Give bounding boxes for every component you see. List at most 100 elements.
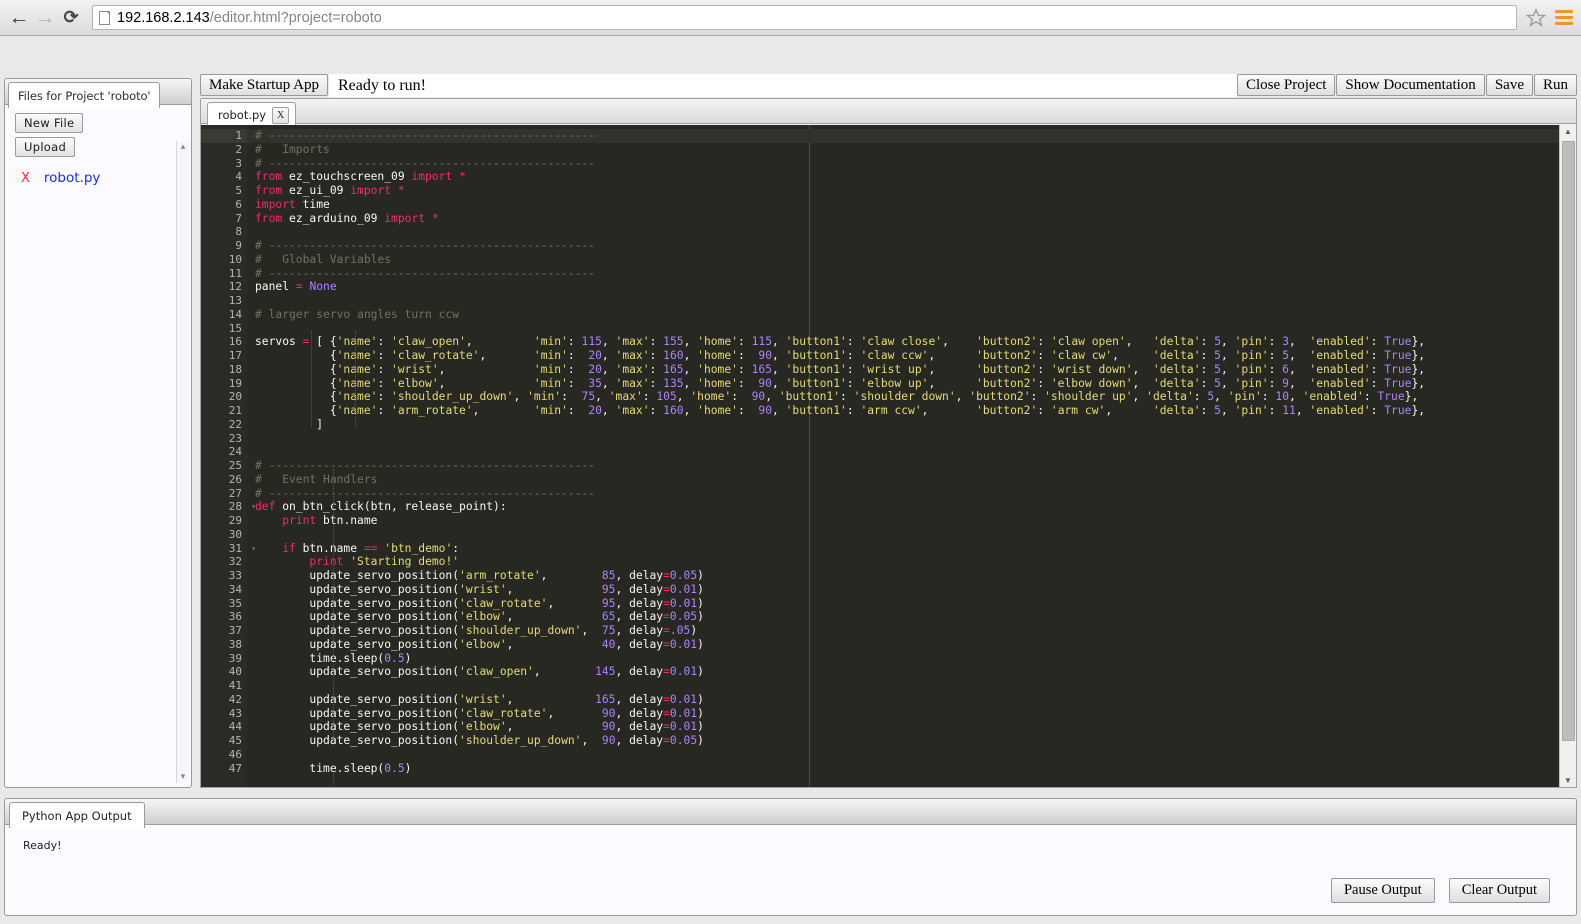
pause-output-button[interactable]: Pause Output bbox=[1330, 878, 1435, 903]
code-content[interactable]: # --------------------------------------… bbox=[247, 125, 1576, 787]
code-line[interactable]: {'name': 'arm_rotate', 'min': 20, 'max':… bbox=[247, 404, 1576, 418]
code-line[interactable] bbox=[247, 432, 1576, 446]
upload-button[interactable]: Upload bbox=[15, 137, 76, 157]
code-line[interactable]: update_servo_position('claw_rotate', 90,… bbox=[247, 707, 1576, 721]
code-line[interactable]: {'name': 'claw_rotate', 'min': 20, 'max'… bbox=[247, 349, 1576, 363]
new-file-button[interactable]: New File bbox=[15, 113, 84, 133]
code-line[interactable]: def on_btn_click(btn, release_point): bbox=[247, 500, 1576, 514]
code-token: }, bbox=[1411, 349, 1426, 362]
hamburger-menu-icon[interactable] bbox=[1553, 7, 1575, 29]
code-token: , delay bbox=[615, 706, 664, 720]
line-number-gutter: 1 2 3 4 5 6 7 8 9 10 11 12 13 14 15 16 17 18 19 20 21 22 23 24 2… bbox=[201, 125, 256, 787]
code-line[interactable]: ] bbox=[247, 418, 1576, 432]
code-token: = bbox=[663, 706, 670, 720]
back-arrow-icon[interactable]: ← bbox=[6, 5, 32, 31]
star-icon[interactable] bbox=[1525, 7, 1547, 29]
code-line[interactable]: update_servo_position('elbow', 40, delay… bbox=[247, 638, 1576, 652]
code-token: , bbox=[601, 376, 616, 390]
code-token: * bbox=[459, 170, 466, 184]
code-line[interactable]: import time bbox=[247, 198, 1576, 212]
clear-output-button[interactable]: Clear Output bbox=[1448, 878, 1550, 903]
code-line[interactable]: update_servo_position('shoulder_up_down'… bbox=[247, 624, 1576, 638]
code-line[interactable]: # --------------------------------------… bbox=[247, 267, 1576, 281]
code-line[interactable] bbox=[247, 294, 1576, 308]
tab-robot-py[interactable]: robot.py X bbox=[207, 102, 297, 127]
close-project-button[interactable]: Close Project bbox=[1237, 74, 1336, 96]
code-token: 'button2' bbox=[976, 404, 1038, 417]
code-line[interactable]: from ez_touchscreen_09 import * bbox=[247, 170, 1576, 184]
code-line[interactable]: # --------------------------------------… bbox=[247, 239, 1576, 253]
code-line[interactable]: servos = [ {'name': 'claw_open', 'min': … bbox=[247, 335, 1576, 349]
code-line[interactable]: update_servo_position('wrist', 165, dela… bbox=[247, 693, 1576, 707]
code-line[interactable]: {'name': 'wrist', 'min': 20, 'max': 165,… bbox=[247, 363, 1576, 377]
code-line[interactable]: # Global Variables bbox=[247, 253, 1576, 267]
code-token: 85 bbox=[601, 569, 616, 582]
code-line[interactable]: update_servo_position('arm_rotate', 85, … bbox=[247, 569, 1576, 583]
scroll-up-icon[interactable]: ▲ bbox=[1564, 127, 1572, 136]
code-line[interactable]: # --------------------------------------… bbox=[247, 157, 1576, 171]
delete-file-icon[interactable]: X bbox=[21, 171, 30, 186]
indent-guide bbox=[355, 331, 356, 427]
code-token: : bbox=[377, 390, 392, 404]
show-documentation-button[interactable]: Show Documentation bbox=[1336, 74, 1485, 96]
code-line[interactable]: print 'Starting demo!' bbox=[247, 555, 1576, 569]
code-line[interactable] bbox=[247, 679, 1576, 693]
code-line[interactable]: panel = None bbox=[247, 280, 1576, 294]
code-line[interactable]: print btn.name bbox=[247, 514, 1576, 528]
scrollbar-thumb[interactable] bbox=[1562, 141, 1575, 741]
code-line[interactable]: # --------------------------------------… bbox=[247, 129, 1576, 143]
code-token: , delay bbox=[615, 637, 664, 651]
code-line[interactable] bbox=[247, 225, 1576, 239]
code-area[interactable]: 1 2 3 4 5 6 7 8 9 10 11 12 13 14 15 16 17 18 19 20 21 22 23 24 2… bbox=[201, 125, 1576, 787]
scroll-down-icon[interactable]: ▼ bbox=[1564, 776, 1572, 785]
code-token: , bbox=[1289, 390, 1303, 404]
code-line[interactable] bbox=[247, 748, 1576, 762]
code-line[interactable]: update_servo_position('shoulder_up_down'… bbox=[247, 734, 1576, 748]
scroll-up-icon[interactable]: ▲ bbox=[179, 143, 187, 151]
list-item[interactable]: X robot.py bbox=[15, 170, 191, 186]
code-line[interactable]: if btn.name == 'btn_demo': bbox=[247, 542, 1576, 556]
reload-icon[interactable]: ⟳ bbox=[58, 5, 84, 31]
editor-vertical-scrollbar[interactable]: ▲ ▼ bbox=[1559, 125, 1576, 787]
close-tab-icon[interactable]: X bbox=[272, 106, 290, 124]
code-line[interactable]: # Imports bbox=[247, 143, 1576, 157]
code-line[interactable]: from ez_arduino_09 import * bbox=[247, 212, 1576, 226]
file-link[interactable]: robot.py bbox=[44, 170, 101, 186]
code-line[interactable]: # --------------------------------------… bbox=[247, 459, 1576, 473]
code-line[interactable]: time.sleep(0.5) bbox=[247, 762, 1576, 776]
code-line[interactable]: update_servo_position('elbow', 65, delay… bbox=[247, 610, 1576, 624]
code-token: 'delta' bbox=[1152, 362, 1201, 376]
save-button[interactable]: Save bbox=[1485, 74, 1533, 96]
code-token: 10 bbox=[1275, 390, 1290, 404]
tab-python-app-output[interactable]: Python App Output bbox=[9, 802, 145, 828]
code-token: 160 bbox=[663, 404, 684, 417]
code-line[interactable] bbox=[247, 322, 1576, 336]
run-button[interactable]: Run bbox=[1533, 74, 1577, 96]
code-token: # Global Variables bbox=[255, 252, 392, 266]
line-number: 10 bbox=[228, 252, 242, 266]
make-startup-app-button[interactable]: Make Startup App bbox=[200, 74, 328, 96]
scroll-down-icon[interactable]: ▼ bbox=[179, 773, 187, 781]
code-line[interactable]: update_servo_position('elbow', 90, delay… bbox=[247, 720, 1576, 734]
files-panel-scrollbar[interactable]: ▲ ▼ bbox=[176, 141, 189, 783]
code-line[interactable] bbox=[247, 445, 1576, 459]
code-line[interactable]: # --------------------------------------… bbox=[247, 487, 1576, 501]
code-line[interactable] bbox=[247, 528, 1576, 542]
code-line[interactable]: # Event Handlers bbox=[247, 473, 1576, 487]
code-line[interactable]: update_servo_position('claw_rotate', 95,… bbox=[247, 597, 1576, 611]
code-line[interactable]: update_servo_position('claw_open', 145, … bbox=[247, 665, 1576, 679]
code-token: = bbox=[295, 280, 303, 294]
code-token: 'enabled' bbox=[1309, 335, 1371, 349]
code-token: : bbox=[1268, 335, 1283, 349]
code-token: == bbox=[363, 541, 378, 555]
address-bar[interactable]: 192.168.2.143/editor.html?project=roboto bbox=[92, 5, 1517, 30]
code-token: , bbox=[465, 335, 534, 349]
code-line[interactable]: {'name': 'shoulder_up_down', 'min': 75, … bbox=[247, 390, 1576, 404]
code-line[interactable]: {'name': 'elbow', 'min': 35, 'max': 135,… bbox=[247, 377, 1576, 391]
code-line[interactable]: update_servo_position('wrist', 95, delay… bbox=[247, 583, 1576, 597]
forward-arrow-icon[interactable]: → bbox=[32, 5, 58, 31]
code-line[interactable]: from ez_ui_09 import * bbox=[247, 184, 1576, 198]
code-line[interactable]: # larger servo angles turn ccw bbox=[247, 308, 1576, 322]
code-token: , bbox=[506, 720, 602, 734]
code-line[interactable]: time.sleep(0.5) bbox=[247, 652, 1576, 666]
